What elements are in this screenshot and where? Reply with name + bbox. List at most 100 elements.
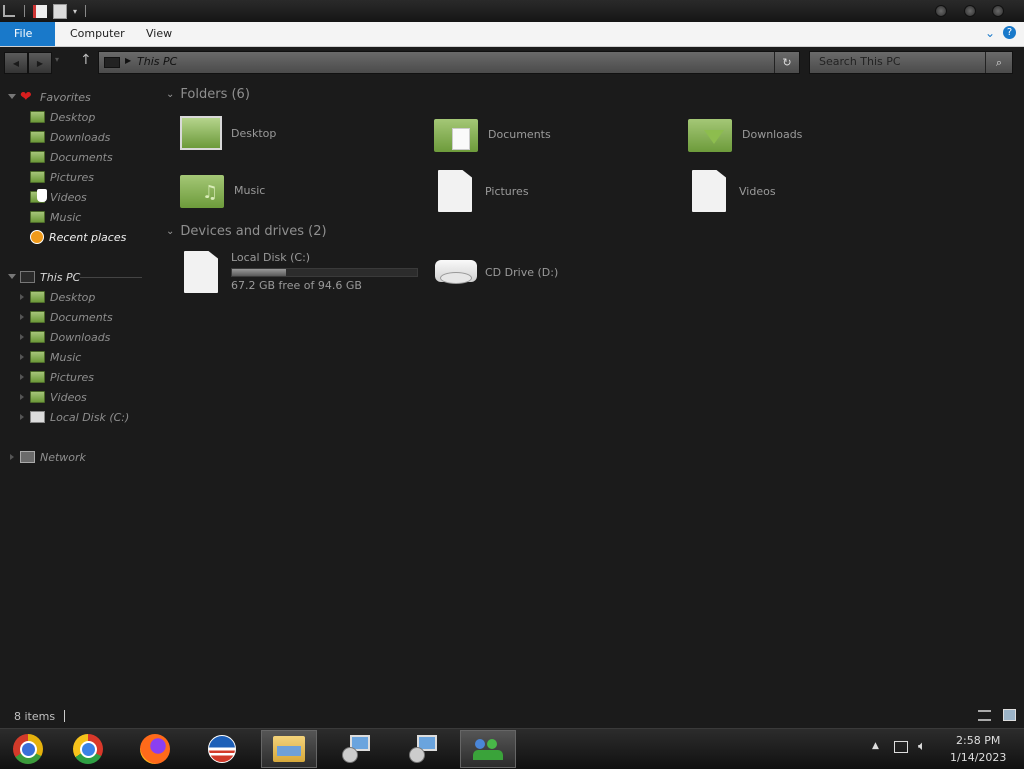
network-tray-icon[interactable] xyxy=(894,741,908,753)
drive-free-space: 67.2 GB free of 94.6 GB xyxy=(231,279,362,292)
divider xyxy=(85,5,87,17)
recent-locations-chevron-icon[interactable]: ▾ xyxy=(55,55,59,64)
local-disk-icon xyxy=(184,251,218,293)
expand-arrow-icon[interactable] xyxy=(20,314,24,320)
taskbar-firefox[interactable] xyxy=(127,730,183,768)
back-button[interactable]: ◀ xyxy=(4,52,28,74)
sidebar-item-recent-places[interactable]: Recent places xyxy=(30,228,126,246)
quick-access-toolbar: ▾ xyxy=(3,3,87,19)
customize-chevron-icon[interactable]: ▾ xyxy=(73,7,77,16)
taskbar-installer-1[interactable] xyxy=(328,730,384,768)
sidebar-item-thispc-documents[interactable]: Documents xyxy=(30,308,113,326)
sidebar-network[interactable]: Network xyxy=(20,448,86,466)
heart-icon: ❤ xyxy=(20,89,32,105)
sidebar-item-favorites-music[interactable]: Music xyxy=(30,208,81,226)
network-users-icon xyxy=(473,737,503,761)
drive-usage-bar xyxy=(231,268,418,277)
item-count: 8 items xyxy=(14,710,56,723)
folder-tile-documents[interactable]: Documents xyxy=(434,116,551,152)
show-hidden-icons-icon[interactable]: ▲ xyxy=(872,741,879,751)
documents-folder-icon xyxy=(30,151,45,163)
refresh-button[interactable]: ↻ xyxy=(774,52,799,73)
folder-tile-videos[interactable]: Videos xyxy=(692,170,776,212)
desktop-icon xyxy=(30,291,45,303)
this-pc-icon xyxy=(20,271,35,283)
collapse-chevron-icon[interactable]: ⌄ xyxy=(166,89,174,100)
tab-file[interactable]: File xyxy=(0,22,55,46)
devices-group-header[interactable]: ⌄ Devices and drives (2) xyxy=(166,224,327,239)
sidebar-this-pc-highlight xyxy=(80,277,142,278)
expand-arrow-icon[interactable] xyxy=(20,374,24,380)
desktop-icon xyxy=(180,116,222,150)
breadcrumb-chevron-icon[interactable]: ▶ xyxy=(125,56,131,65)
search-input[interactable]: Search This PC ⌕ xyxy=(809,51,1013,74)
expand-arrow-icon[interactable] xyxy=(10,454,14,460)
expand-arrow-icon[interactable] xyxy=(20,334,24,340)
expand-chevron-icon[interactable] xyxy=(8,94,16,99)
expand-arrow-icon[interactable] xyxy=(20,354,24,360)
drive-tile-cd-drive[interactable]: CD Drive (D:) xyxy=(434,256,558,288)
music-folder-icon: ♫ xyxy=(180,172,224,208)
navigation-bar: ◀ ▶ ▾ ↑ ▶ This PC ↻ Search This PC ⌕ xyxy=(0,47,1024,77)
tab-view[interactable]: View xyxy=(132,22,186,46)
installer-icon xyxy=(409,735,437,763)
ribbon: File Computer View ⌄ ? xyxy=(0,22,1024,47)
properties-icon[interactable] xyxy=(33,4,47,18)
expand-ribbon-icon[interactable]: ⌄ xyxy=(985,26,995,40)
title-bar: ▾ xyxy=(0,0,1024,22)
drive-icon xyxy=(30,411,45,423)
pictures-folder-icon xyxy=(30,371,45,383)
expand-arrow-icon[interactable] xyxy=(20,394,24,400)
music-folder-icon xyxy=(30,211,45,223)
folder-tile-music[interactable]: ♫ Music xyxy=(180,172,265,208)
volume-icon[interactable]: 🔈︎ xyxy=(918,739,926,754)
expand-arrow-icon[interactable] xyxy=(20,414,24,420)
taskbar-chrome[interactable] xyxy=(60,730,116,768)
sidebar-item-favorites-desktop[interactable]: Desktop xyxy=(30,108,95,126)
sidebar-item-favorites-documents[interactable]: Documents xyxy=(30,148,113,166)
divider xyxy=(64,710,65,722)
sidebar-item-thispc-desktop[interactable]: Desktop xyxy=(30,288,95,306)
details-view-icon[interactable] xyxy=(978,710,991,721)
taskbar-obama-app[interactable] xyxy=(194,730,250,768)
folders-group-header[interactable]: ⌄ Folders (6) xyxy=(166,87,250,102)
expand-chevron-icon[interactable] xyxy=(8,274,16,279)
sidebar-this-pc[interactable]: This PC xyxy=(20,268,80,286)
sidebar-item-thispc-downloads[interactable]: Downloads xyxy=(30,328,110,346)
help-icon[interactable]: ? xyxy=(1003,26,1016,39)
downloads-folder-icon xyxy=(688,116,732,152)
minimize-button[interactable] xyxy=(935,5,947,17)
taskbar-chrome-canary[interactable] xyxy=(0,730,56,768)
search-icon[interactable]: ⌕ xyxy=(985,52,1012,73)
collapse-chevron-icon[interactable]: ⌄ xyxy=(166,226,174,237)
close-button[interactable] xyxy=(992,5,1004,17)
taskbar-installer-2[interactable] xyxy=(395,730,451,768)
large-icons-view-icon[interactable] xyxy=(1003,709,1016,721)
tab-computer[interactable]: Computer xyxy=(56,22,139,46)
sidebar-item-favorites-pictures[interactable]: Pictures xyxy=(30,168,94,186)
taskbar-file-explorer[interactable] xyxy=(261,730,317,768)
taskbar-network-users[interactable] xyxy=(460,730,516,768)
clock-time[interactable]: 2:58 PM xyxy=(956,734,1000,747)
breadcrumb-this-pc[interactable]: This PC xyxy=(137,55,177,68)
folder-tile-pictures[interactable]: Pictures xyxy=(438,170,529,212)
clock-date[interactable]: 1/14/2023 xyxy=(950,751,1006,764)
sidebar-item-thispc-music[interactable]: Music xyxy=(30,348,81,366)
sidebar-favorites[interactable]: ❤ Favorites xyxy=(20,88,91,106)
expand-arrow-icon[interactable] xyxy=(20,294,24,300)
obama-logo-icon xyxy=(208,735,236,763)
sidebar-item-thispc-local-disk[interactable]: Local Disk (C:) xyxy=(30,408,129,426)
forward-button[interactable]: ▶ xyxy=(28,52,52,74)
folder-tile-desktop[interactable]: Desktop xyxy=(180,116,276,150)
videos-folder-icon xyxy=(30,391,45,403)
drive-tile-local-disk[interactable]: Local Disk (C:) 67.2 GB free of 94.6 GB xyxy=(184,251,418,293)
up-arrow-icon[interactable]: ↑ xyxy=(80,52,92,68)
new-folder-icon[interactable] xyxy=(53,3,67,19)
address-bar[interactable]: ▶ This PC ↻ xyxy=(98,51,800,74)
folder-tile-downloads[interactable]: Downloads xyxy=(688,116,802,152)
drive-usage-fill xyxy=(232,269,286,276)
sidebar-item-thispc-videos[interactable]: Videos xyxy=(30,388,87,406)
sidebar-item-favorites-downloads[interactable]: Downloads xyxy=(30,128,110,146)
maximize-button[interactable] xyxy=(964,5,976,17)
sidebar-item-thispc-pictures[interactable]: Pictures xyxy=(30,368,94,386)
